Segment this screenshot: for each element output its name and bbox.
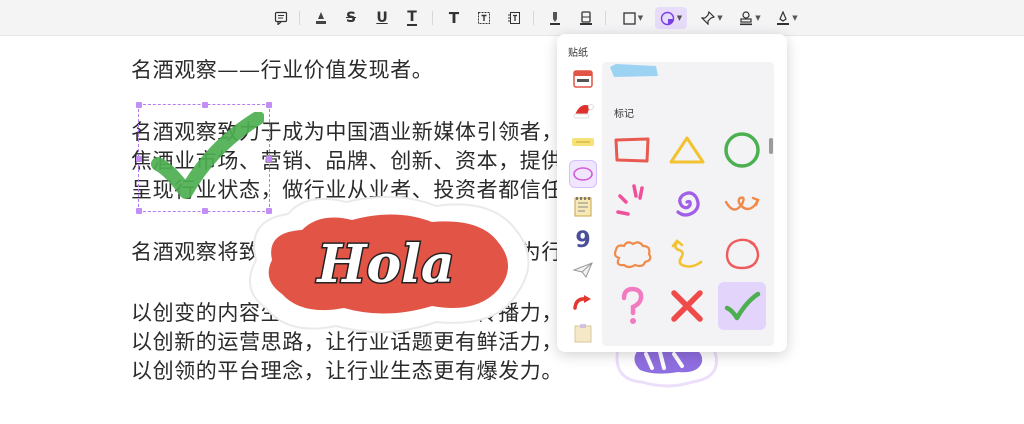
sticker-content-area: 标记 — [602, 62, 774, 346]
curly-arrow-icon[interactable] — [718, 178, 766, 226]
sticker-panel: 贴纸 9 标记 — [557, 34, 787, 352]
scribble-circle-icon[interactable] — [718, 230, 766, 278]
callout-icon[interactable] — [504, 7, 524, 29]
burst-lines-icon[interactable] — [608, 178, 656, 226]
notepad-sticker-icon[interactable] — [569, 192, 597, 220]
santa-hat-sticker-icon[interactable] — [569, 96, 597, 124]
signature-dropdown[interactable]: ▼ — [772, 7, 802, 29]
textbox-icon[interactable] — [474, 7, 494, 29]
sticker-dropdown[interactable]: ▼ — [655, 7, 687, 29]
calendar-sticker-icon[interactable] — [569, 64, 597, 92]
annotation-toolbar: S U T T ▼ ▼ ▼ ▼ ▼ — [0, 0, 1024, 36]
circle-mark-icon[interactable] — [718, 126, 766, 174]
stamp-dropdown[interactable]: ▼ — [735, 7, 765, 29]
chevron-down-icon: ▼ — [755, 14, 761, 22]
strikethrough-label: S — [345, 10, 357, 26]
chevron-down-icon: ▼ — [792, 14, 798, 22]
chevron-down-icon: ▼ — [676, 14, 683, 22]
resize-handle[interactable] — [136, 102, 142, 108]
sticker-icon — [660, 11, 674, 25]
pin-dropdown[interactable]: ▼ — [697, 7, 727, 29]
pen-icon[interactable] — [545, 7, 565, 29]
circle-mark-sticker-icon[interactable] — [569, 160, 597, 188]
squiggly-label: T — [407, 8, 417, 26]
chevron-down-icon: ▼ — [637, 14, 644, 22]
section-label: 标记 — [614, 109, 634, 120]
text-label: T — [448, 9, 460, 27]
wavy-arrow-icon[interactable] — [663, 230, 711, 278]
squiggly-icon[interactable]: T — [402, 7, 422, 29]
underline-icon[interactable]: U — [372, 7, 392, 29]
chevron-down-icon: ▼ — [717, 14, 723, 22]
svg-text:9: 9 — [575, 228, 590, 250]
resize-handle[interactable] — [136, 156, 142, 162]
sticker-selection-box[interactable] — [136, 102, 272, 214]
strikethrough-icon[interactable]: S — [341, 7, 361, 29]
paper-plane-sticker-icon[interactable] — [569, 256, 597, 284]
shape-dropdown[interactable]: ▼ — [618, 7, 648, 29]
paragraph-4-line-3: 以创领的平台理念，让行业生态更有爆发力。 — [131, 359, 563, 383]
resize-handle[interactable] — [266, 156, 272, 162]
pin-icon — [701, 11, 716, 25]
label-sticker-icon[interactable] — [569, 128, 597, 156]
square-icon — [623, 11, 636, 25]
panel-scrollbar[interactable] — [769, 138, 773, 154]
hola-text: Hola — [315, 234, 454, 295]
signature-icon — [777, 10, 790, 25]
arrow-sticker-icon[interactable] — [569, 288, 597, 316]
resize-handle[interactable] — [202, 208, 208, 214]
spiral-icon[interactable] — [663, 178, 711, 226]
panel-title: 贴纸 — [568, 48, 588, 59]
stamp-icon — [740, 10, 753, 25]
highlight-icon[interactable] — [311, 7, 331, 29]
resize-handle[interactable] — [266, 208, 272, 214]
check-mark-icon[interactable] — [718, 282, 766, 330]
eraser-icon[interactable] — [576, 7, 596, 29]
question-mark-icon[interactable] — [608, 282, 656, 330]
note-icon[interactable] — [271, 7, 291, 29]
hola-sticker[interactable]: Hola — [236, 190, 540, 340]
sticky-note-sticker-icon[interactable] — [569, 320, 597, 348]
rectangle-mark-icon[interactable] — [608, 126, 656, 174]
resize-handle[interactable] — [266, 102, 272, 108]
cloud-outline-icon[interactable] — [608, 230, 656, 278]
cross-mark-icon[interactable] — [663, 282, 711, 330]
sticker-category-list: 9 — [566, 64, 600, 346]
number-sticker-icon[interactable]: 9 — [569, 224, 597, 252]
resize-handle[interactable] — [202, 102, 208, 108]
blue-tape-sticker[interactable] — [610, 64, 658, 78]
resize-handle[interactable] — [136, 208, 142, 214]
triangle-mark-icon[interactable] — [663, 126, 711, 174]
paragraph-1: 名酒观察——行业价值发现者。 — [131, 58, 434, 82]
underline-label: U — [376, 10, 388, 26]
text-icon[interactable]: T — [444, 7, 464, 29]
